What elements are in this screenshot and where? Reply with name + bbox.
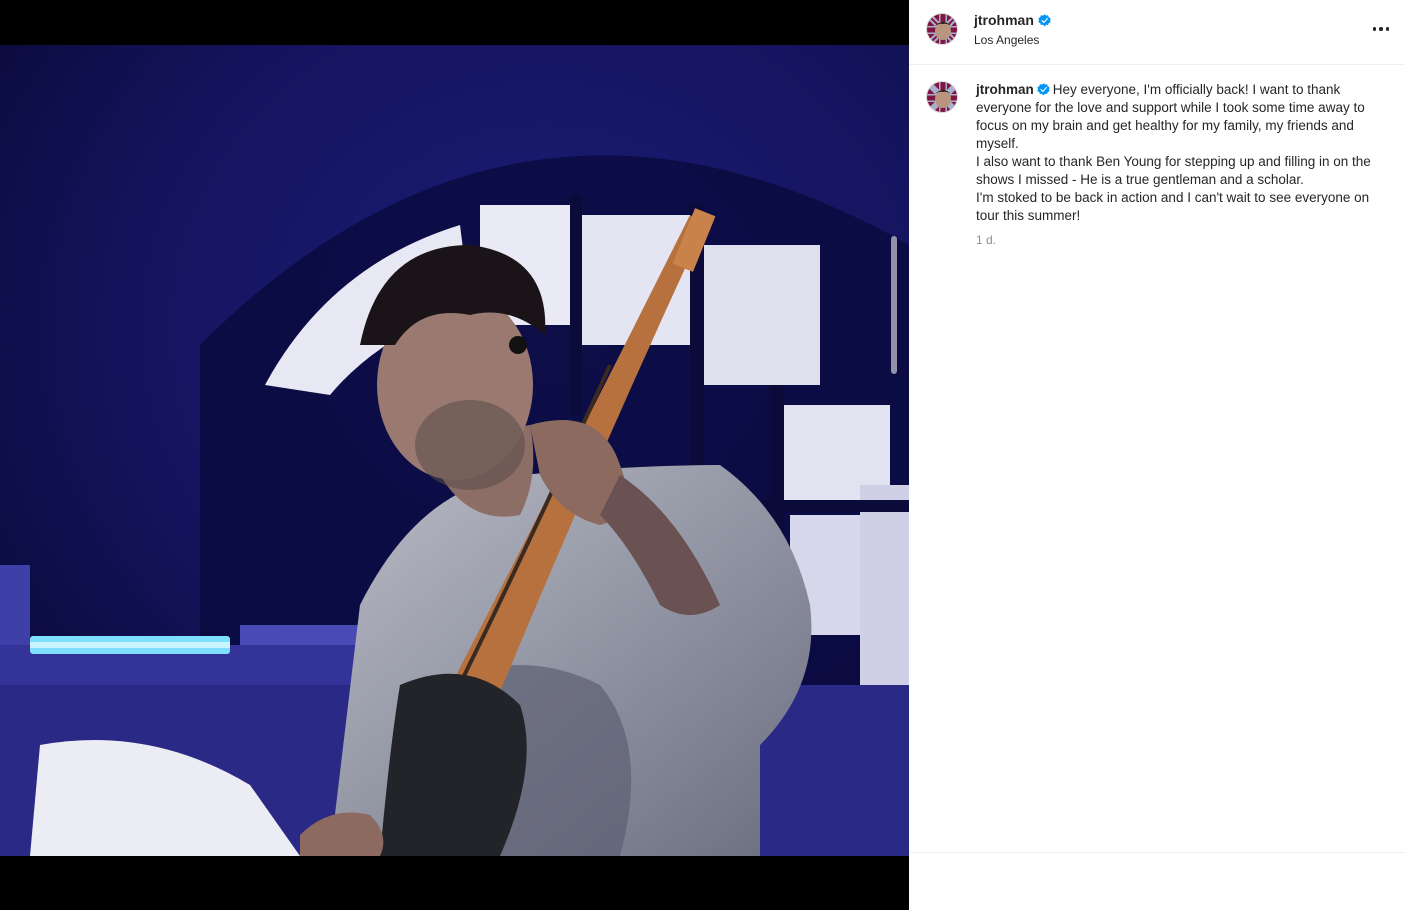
media-scrollbar[interactable] — [891, 236, 897, 374]
post-header: jtrohman Los Angeles — [909, 0, 1405, 65]
panel-scroll-track — [1405, 0, 1411, 910]
more-options-button[interactable] — [1367, 18, 1395, 40]
post-location[interactable]: Los Angeles — [974, 33, 1039, 47]
caption-text: Hey everyone, I'm officially back! I wan… — [976, 82, 1371, 223]
author-avatar[interactable] — [926, 13, 958, 45]
post-media — [0, 0, 909, 910]
header-username-row[interactable]: jtrohman — [974, 12, 1051, 28]
post-timestamp[interactable]: 1 d. — [976, 233, 996, 247]
caption-avatar[interactable] — [926, 81, 958, 113]
caption-username[interactable]: jtrohman — [976, 82, 1034, 97]
verified-badge-icon — [1038, 13, 1051, 26]
post-photo[interactable] — [0, 45, 909, 856]
footer-divider — [909, 852, 1405, 853]
more-dot — [1385, 27, 1390, 31]
verified-badge-icon — [1037, 83, 1050, 96]
more-horizontal-icon — [1372, 27, 1377, 31]
author-username[interactable]: jtrohman — [974, 12, 1034, 28]
post-details-panel: jtrohman Los Angeles jtrohman Hey everyo… — [909, 0, 1411, 910]
more-dot — [1379, 27, 1383, 31]
post-caption: jtrohman Hey everyone, I'm officially bac… — [976, 81, 1376, 225]
